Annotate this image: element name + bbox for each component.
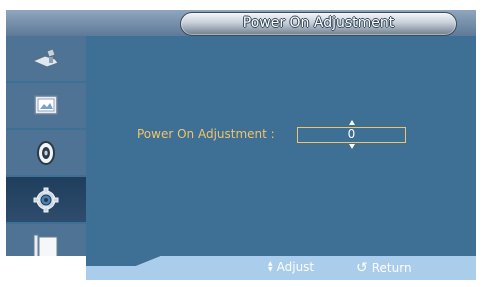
power-on-adjustment-label: Power On Adjustment :	[137, 127, 275, 141]
adjust-label: Adjust	[276, 260, 315, 274]
sound-icon	[37, 140, 55, 165]
footer-bar: ▲ ▼ Adjust ↺ Return	[6, 256, 476, 280]
picture-icon	[34, 94, 58, 115]
arrow-up-icon[interactable]	[349, 120, 355, 125]
return-hint[interactable]: ↺ Return	[356, 260, 412, 276]
sidebar-item-sound[interactable]	[6, 130, 86, 175]
return-label: Return	[371, 261, 412, 275]
sidebar	[6, 36, 86, 274]
power-on-adjustment-value: 0	[347, 127, 356, 141]
arrow-down-icon[interactable]	[349, 144, 355, 149]
page-title: Power On Adjustment	[242, 15, 395, 31]
sidebar-item-input[interactable]	[6, 36, 86, 81]
content-area	[86, 36, 476, 260]
updown-icon: ▲ ▼	[268, 260, 273, 273]
sidebar-item-setup[interactable]	[6, 177, 86, 222]
sidebar-item-picture[interactable]	[6, 83, 86, 128]
setup-gear-icon	[33, 187, 59, 212]
adjust-hint: ▲ ▼ Adjust	[268, 260, 314, 274]
input-icon	[31, 47, 59, 68]
return-icon: ↺	[356, 260, 368, 276]
